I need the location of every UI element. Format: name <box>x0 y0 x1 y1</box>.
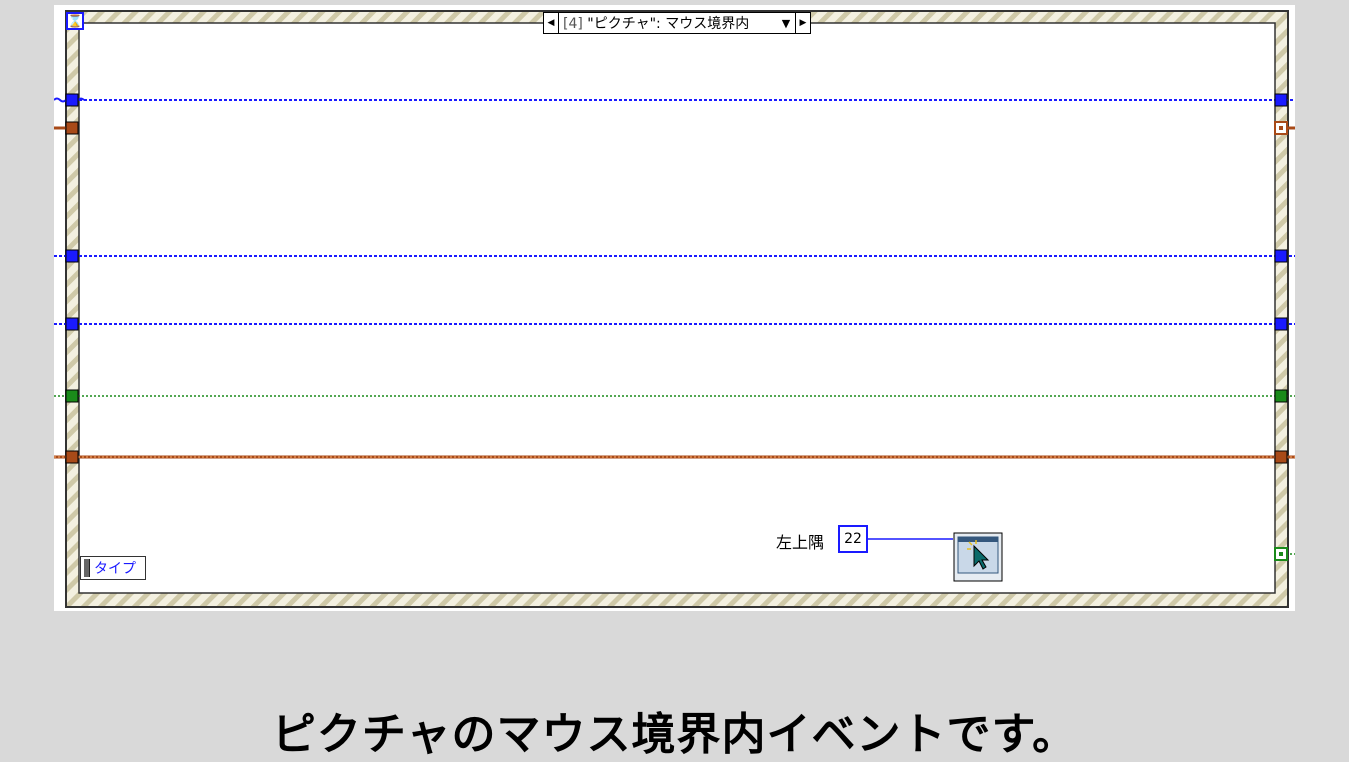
slide-caption: ピクチャのマウス境界内イベントです。 <box>271 709 1078 760</box>
node-handle <box>84 559 90 577</box>
constant-label: 左上隅 <box>776 533 825 552</box>
set-cursor-vi[interactable] <box>953 532 1003 582</box>
event-data-type-label: タイプ <box>94 561 136 577</box>
constant-value: 22 <box>844 531 862 547</box>
case-name: "ピクチャ": マウス境界内 <box>587 16 750 32</box>
next-case-button[interactable]: ▶ <box>795 13 810 33</box>
hourglass-icon[interactable]: ⌛ <box>66 12 84 30</box>
event-data-node[interactable]: タイプ <box>80 556 146 580</box>
chevron-down-icon[interactable]: ▼ <box>777 17 795 30</box>
cursor-constant[interactable]: 22 <box>838 525 868 553</box>
diagram-canvas <box>54 10 1295 608</box>
event-case-selector[interactable]: ◀ [4] "ピクチャ": マウス境界内 ▼ ▶ <box>543 12 811 34</box>
block-diagram: ⌛ ◀ [4] "ピクチャ": マウス境界内 ▼ ▶ タイプ 左上隅 22 <box>54 5 1295 611</box>
prev-case-button[interactable]: ◀ <box>544 13 559 33</box>
case-selector-label: [4] "ピクチャ": マウス境界内 <box>559 13 777 33</box>
case-index: [4] <box>563 16 583 32</box>
